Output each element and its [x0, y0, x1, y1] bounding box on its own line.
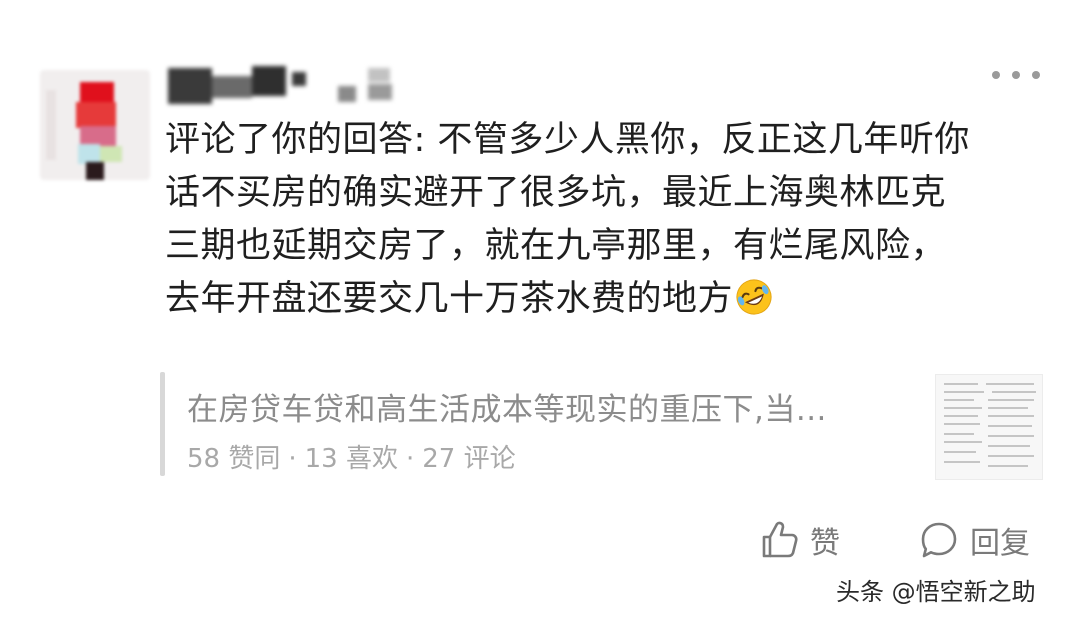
quoted-answer-title: 在房贷车贷和高生活成本等现实的重压下,当...: [187, 392, 827, 428]
watermark: 头条 @悟空新之助: [836, 578, 1036, 606]
quote-bar: [160, 372, 165, 476]
speech-bubble-icon: [921, 522, 957, 558]
comment-line: 话不买房的确实避开了很多坑，最近上海奥林匹克: [165, 173, 947, 213]
like-button[interactable]: 赞: [758, 515, 840, 565]
quoted-answer-card[interactable]: 在房贷车贷和高生活成本等现实的重压下,当... 58 赞同 · 13 喜欢 · 27 评…: [160, 372, 1043, 480]
quoted-answer-thumbnail: [935, 374, 1043, 480]
comment-line: 评论了你的回答: 不管多少人黑你，反正这几年听你: [165, 120, 970, 160]
avatar[interactable]: [40, 70, 150, 180]
reply-button[interactable]: 回复: [918, 515, 1030, 565]
more-options-icon[interactable]: [992, 62, 1040, 88]
comment-line-last: 去年开盘还要交几十万茶水费的地方: [165, 273, 1065, 326]
reply-label: 回复: [970, 526, 1030, 561]
comment-actions: 赞 回复: [758, 515, 1048, 565]
comment-text: 评论了你的回答: 不管多少人黑你，反正这几年听你 话不买房的确实避开了很多坑，最…: [165, 114, 1065, 326]
agree-count: 58 赞同: [187, 444, 281, 474]
stat-separator: ·: [288, 444, 297, 474]
username[interactable]: [168, 62, 428, 108]
comment-count: 27 评论: [422, 444, 516, 474]
thumbs-up-icon: [762, 521, 798, 558]
rolling-on-floor-laughing-icon: [736, 279, 772, 315]
stat-separator: ·: [405, 444, 415, 474]
quoted-answer-stats: 58 赞同 · 13 喜欢 · 27 评论: [187, 438, 516, 475]
like-count: 13 喜欢: [304, 444, 398, 474]
comment-line: 三期也延期交房了，就在九亭那里，有烂尾风险，: [165, 226, 947, 266]
like-label: 赞: [810, 526, 840, 561]
